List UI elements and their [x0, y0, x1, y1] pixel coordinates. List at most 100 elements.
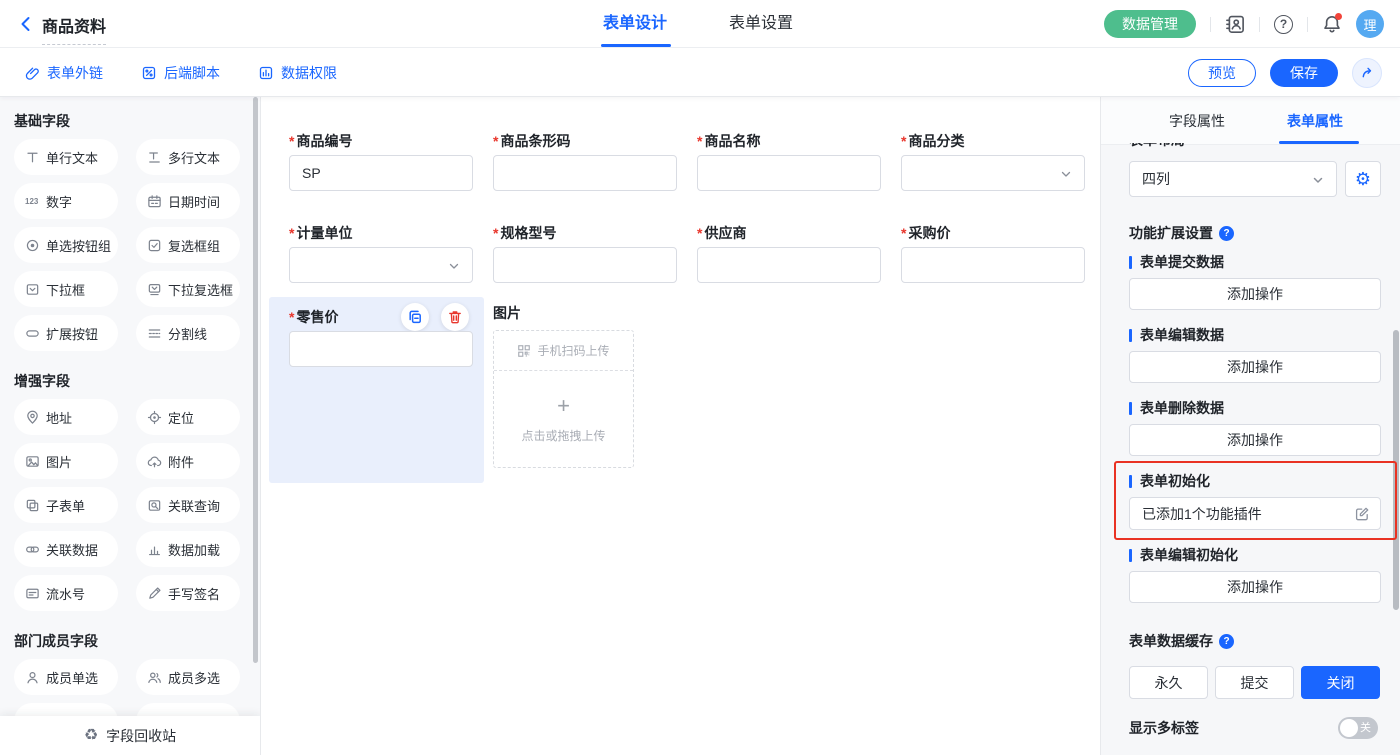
- field-select[interactable]: [289, 247, 473, 283]
- back-icon[interactable]: [16, 14, 36, 34]
- cache-option-永久[interactable]: 永久: [1129, 666, 1208, 699]
- field-pill-label: 日期时间: [168, 192, 220, 211]
- page-title[interactable]: 商品资料: [42, 13, 106, 45]
- sidebar-item-手写签名[interactable]: 手写签名: [136, 575, 240, 611]
- sidebar-item-附件[interactable]: 附件: [136, 443, 240, 479]
- canvas-field-商品分类[interactable]: *商品分类: [901, 131, 1085, 191]
- sidebar-item-子表单[interactable]: 子表单: [14, 487, 118, 523]
- field-pill-label: 图片: [46, 452, 72, 471]
- sidebar-item-成员单选[interactable]: 成员单选: [14, 659, 118, 695]
- radio-group-icon: [25, 238, 40, 253]
- help-question-icon[interactable]: ?: [1219, 634, 1234, 649]
- copy-field-button[interactable]: [401, 303, 429, 331]
- serial-icon: [25, 586, 40, 601]
- multi-tab-toggle[interactable]: 关: [1338, 717, 1378, 739]
- field-input[interactable]: [901, 247, 1085, 283]
- section-accent-bar: [1129, 329, 1132, 342]
- share-button[interactable]: [1352, 58, 1382, 88]
- section-title-text: 表单初始化: [1140, 471, 1210, 491]
- sidebar-item-扩展按钮[interactable]: 扩展按钮: [14, 315, 118, 351]
- canvas-field-采购价[interactable]: *采购价: [901, 223, 1085, 283]
- canvas-field-供应商[interactable]: *供应商: [697, 223, 881, 283]
- contacts-book-icon[interactable]: [1225, 14, 1245, 34]
- tab-form-settings[interactable]: 表单设置: [729, 0, 793, 48]
- toolbar-link-表单外链[interactable]: 表单外链: [24, 63, 103, 83]
- delete-field-button[interactable]: [441, 303, 469, 331]
- sidebar-item-图片[interactable]: 图片: [14, 443, 118, 479]
- field-value: SP: [302, 165, 321, 181]
- data-load-icon: [147, 542, 162, 557]
- text-single-icon: [25, 150, 40, 165]
- sidebar-item-流水号[interactable]: 流水号: [14, 575, 118, 611]
- canvas-field-商品名称[interactable]: *商品名称: [697, 131, 881, 191]
- field-input[interactable]: [697, 155, 881, 191]
- help-icon[interactable]: ?: [1274, 15, 1293, 34]
- field-input[interactable]: [493, 247, 677, 283]
- field-select[interactable]: [901, 155, 1085, 191]
- active-tab-underline: [601, 44, 671, 47]
- cache-option-提交[interactable]: 提交: [1215, 666, 1294, 699]
- field-input[interactable]: [493, 155, 677, 191]
- properties-panel: 字段属性 表单属性 表单布局 四列 ⚙ 功能扩展设置 ? 表单提交数据添加操作表…: [1100, 97, 1400, 755]
- add-operation-button[interactable]: 添加操作: [1129, 571, 1381, 603]
- divider: [1307, 17, 1308, 32]
- sidebar-item-分割线[interactable]: 分割线: [136, 315, 240, 351]
- data-manage-button[interactable]: 数据管理: [1104, 10, 1196, 38]
- canvas-field-计量单位[interactable]: *计量单位: [289, 223, 473, 283]
- save-button[interactable]: 保存: [1270, 59, 1338, 87]
- tab-form-properties[interactable]: 表单属性: [1287, 97, 1343, 145]
- sidebar-item-关联查询[interactable]: 关联查询: [136, 487, 240, 523]
- panel-scrollbar[interactable]: [1393, 330, 1399, 610]
- notification-bell-icon[interactable]: [1322, 14, 1342, 34]
- add-operation-button[interactable]: 添加操作: [1129, 351, 1381, 383]
- add-operation-button[interactable]: 添加操作: [1129, 278, 1381, 310]
- retail-price-input[interactable]: [289, 331, 473, 367]
- panel-tabs: 字段属性 表单属性: [1101, 97, 1400, 145]
- tab-field-properties[interactable]: 字段属性: [1169, 97, 1225, 145]
- sidebar-scrollbar[interactable]: [253, 97, 258, 663]
- sidebar-item-关联数据[interactable]: 关联数据: [14, 531, 118, 567]
- sidebar-item-日期时间[interactable]: 日期时间: [136, 183, 240, 219]
- form-layout-select[interactable]: 四列: [1129, 161, 1337, 197]
- sidebar-item-下拉框[interactable]: 下拉框: [14, 271, 118, 307]
- sidebar-item-多行文本[interactable]: 多行文本: [136, 139, 240, 175]
- scan-qr-upload[interactable]: 手机扫码上传: [494, 331, 633, 371]
- tab-form-design[interactable]: 表单设计: [603, 0, 667, 48]
- plugin-summary-text: 已添加1个功能插件: [1142, 504, 1354, 524]
- sidebar-item-数字[interactable]: 123数字: [14, 183, 118, 219]
- field-pill-label: 单行文本: [46, 148, 98, 167]
- canvas-field-规格型号[interactable]: *规格型号: [493, 223, 677, 283]
- sidebar-item-下拉复选框[interactable]: 下拉复选框: [136, 271, 240, 307]
- toolbar-link-后端脚本[interactable]: 后端脚本: [141, 63, 220, 83]
- preview-button[interactable]: 预览: [1188, 59, 1256, 87]
- add-operation-button[interactable]: 添加操作: [1129, 424, 1381, 456]
- selected-field-retail-price[interactable]: *零售价: [269, 297, 484, 483]
- sidebar-item-单选按钮组[interactable]: 单选按钮组: [14, 227, 118, 263]
- click-or-drag-upload[interactable]: + 点击或拖拽上传: [494, 371, 633, 467]
- sidebar-item-单行文本[interactable]: 单行文本: [14, 139, 118, 175]
- field-pill-label: 数据加载: [168, 540, 220, 559]
- field-pill-label: 分割线: [168, 324, 207, 343]
- field-input[interactable]: SP: [289, 155, 473, 191]
- sidebar-item-成员多选[interactable]: 成员多选: [136, 659, 240, 695]
- sidebar-item-数据加载[interactable]: 数据加载: [136, 531, 240, 567]
- divider: [1259, 17, 1260, 32]
- notification-dot: [1335, 13, 1342, 20]
- canvas-field-商品条形码[interactable]: *商品条形码: [493, 131, 677, 191]
- section-title: 表单删除数据: [1129, 398, 1381, 418]
- plugin-summary-field[interactable]: 已添加1个功能插件: [1129, 497, 1381, 530]
- field-recycle-bin[interactable]: ♻ 字段回收站: [0, 716, 260, 755]
- layout-settings-button[interactable]: ⚙: [1345, 161, 1381, 197]
- field-label-text: 规格型号: [500, 225, 556, 241]
- user-avatar[interactable]: 理: [1356, 10, 1384, 38]
- required-asterisk: *: [493, 225, 498, 241]
- sidebar-item-复选框组[interactable]: 复选框组: [136, 227, 240, 263]
- field-input[interactable]: [697, 247, 881, 283]
- edit-icon[interactable]: [1354, 506, 1370, 522]
- canvas-field-商品编号[interactable]: *商品编号SP: [289, 131, 473, 191]
- cache-option-关闭[interactable]: 关闭: [1301, 666, 1380, 699]
- toolbar-link-数据权限[interactable]: 数据权限: [258, 63, 337, 83]
- help-question-icon[interactable]: ?: [1219, 226, 1234, 241]
- sidebar-item-定位[interactable]: 定位: [136, 399, 240, 435]
- sidebar-item-地址[interactable]: 地址: [14, 399, 118, 435]
